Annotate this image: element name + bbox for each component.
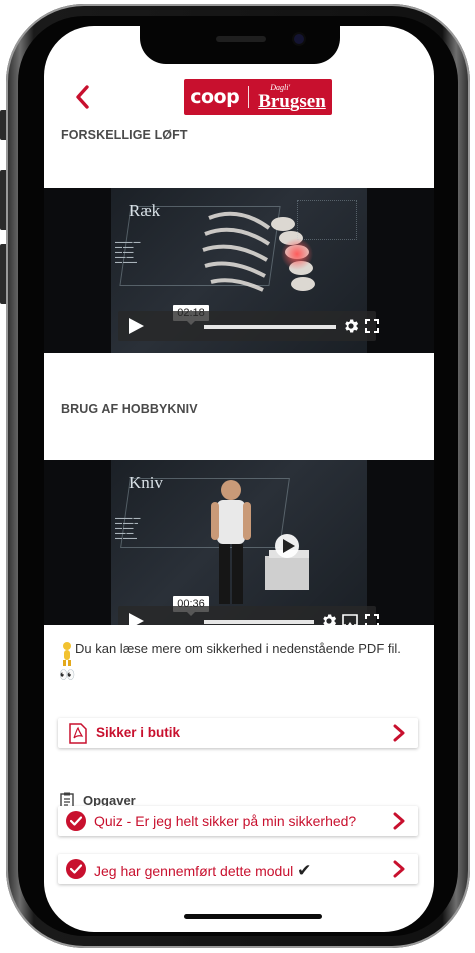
video-controls — [118, 311, 379, 341]
chevron-right-icon — [393, 860, 405, 878]
front-camera — [294, 34, 304, 44]
volume-down-button — [0, 244, 6, 304]
task-complete-module[interactable]: Jeg har gennemført dette modul ✔ — [58, 854, 418, 884]
gear-icon[interactable] — [342, 317, 360, 335]
logo-coop-text: coop — [190, 86, 240, 108]
mute-switch — [0, 110, 6, 140]
person-illustration — [211, 480, 309, 604]
play-icon[interactable] — [128, 613, 144, 625]
notice-text: Du kan læse mere om sikkerhed i nedenstå… — [75, 641, 401, 656]
video-overlay-title: Kniv — [129, 473, 163, 492]
section-title: BRUG AF HOBBYKNIV — [61, 402, 198, 416]
check-circle-icon — [66, 811, 86, 831]
checkmark-icon: ✔ — [297, 861, 312, 880]
info-panel: ▬▬▬▬▬ ▬▬ ▬▬ ▬▬▬ ▬▬ ▬▬▬ ▬▬▬ ▬▬ ▬▬ ▬▬▬▬ — [115, 240, 141, 264]
video-overlay-title: Ræk — [129, 201, 161, 220]
logo-brugsen-text: Brugsen — [258, 90, 326, 112]
video-progress-bar[interactable] — [204, 620, 314, 624]
coop-brugsen-logo: coop Dagli' Brugsen — [184, 79, 332, 115]
chevron-right-icon — [393, 724, 405, 742]
gear-icon[interactable] — [320, 612, 338, 625]
logo-brand: Dagli' Brugsen — [258, 83, 326, 112]
video-thumbnail: Kniv ▬▬▬▬▬ ▬▬ ▬▬ ▬▬▬ ▬ ▬▬ ▬▬▬ ▬▬▬ ▬▬ ▬▬ ▬▬▬▬ — [111, 460, 367, 625]
video-controls — [118, 606, 379, 625]
pdf-link-label: Sikker i butik — [96, 725, 181, 740]
pdf-link-sikker-i-butik[interactable]: Sikker i butik — [58, 718, 418, 748]
frame-line — [297, 200, 357, 240]
back-icon[interactable] — [70, 84, 96, 110]
fullscreen-icon[interactable] — [364, 613, 380, 625]
section-title: FORSKELLIGE LØFT — [61, 128, 188, 142]
video-player[interactable]: Kniv ▬▬▬▬▬ ▬▬ ▬▬ ▬▬▬ ▬ ▬▬ ▬▬▬ ▬▬▬ ▬▬ ▬▬ ▬▬▬▬… — [44, 460, 434, 625]
task-label: Quiz - Er jeg helt sikker på min sikkerh… — [94, 813, 357, 829]
mascot-icon — [63, 642, 71, 666]
pdf-icon — [69, 723, 87, 744]
task-label: Jeg har gennemført dette modul ✔ — [94, 861, 311, 881]
logo-divider — [248, 86, 250, 108]
video-player[interactable]: Ræk ▬▬▬▬▬ ▬▬▬▬ ▬▬▬▬▬ ▬▬▬▬▬▬ ▬▬▬▬ ▬▬▬▬ 02… — [44, 188, 434, 353]
eyes-icon: 👀 — [59, 667, 76, 682]
pdf-notice: Du kan læse mere om sikkerhed i nedenstå… — [59, 641, 420, 683]
home-indicator[interactable] — [184, 914, 322, 919]
task-label-text: Jeg har gennemført dette modul — [94, 863, 294, 879]
task-quiz[interactable]: Quiz - Er jeg helt sikker på min sikkerh… — [58, 806, 418, 836]
notch — [140, 26, 340, 64]
video-progress-bar[interactable] — [204, 325, 336, 329]
check-circle-icon — [66, 859, 86, 879]
app-screen: coop Dagli' Brugsen FORSKELLIGE LØFT Ræk… — [44, 26, 434, 932]
app-header: coop Dagli' Brugsen — [44, 72, 434, 122]
volume-up-button — [0, 170, 6, 230]
airplay-icon[interactable] — [342, 613, 358, 625]
info-panel: ▬▬▬▬▬ ▬▬ ▬▬ ▬▬▬ ▬ ▬▬ ▬▬▬ ▬▬▬ ▬▬ ▬▬ ▬▬▬▬ — [115, 516, 141, 540]
chevron-right-icon — [393, 812, 405, 830]
fullscreen-icon[interactable] — [364, 318, 380, 334]
play-icon[interactable] — [128, 318, 144, 334]
speaker — [216, 36, 266, 42]
